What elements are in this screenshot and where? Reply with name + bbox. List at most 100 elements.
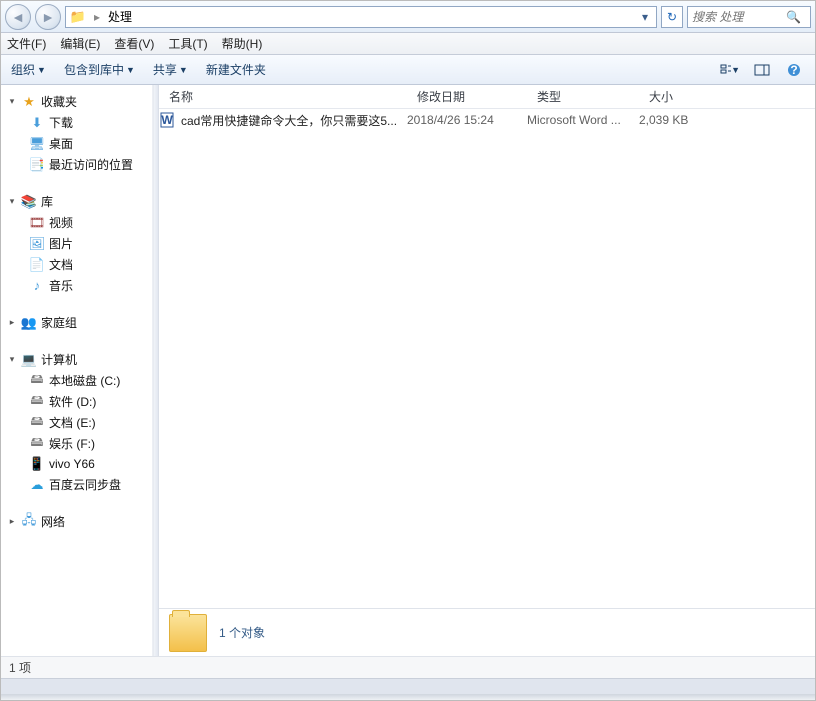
libraries-header[interactable]: ▾ 📚 库 bbox=[1, 191, 152, 212]
sidebar-item-label: 软件 (D:) bbox=[49, 393, 96, 410]
sidebar-item-music[interactable]: ♪音乐 bbox=[1, 275, 152, 296]
navigation-bar: ◄ ► 📁 ▸ 处理 ▾ ↻ 🔍 bbox=[1, 1, 815, 33]
share-menu[interactable]: 共享 ▼ bbox=[153, 61, 188, 78]
menu-bar: 文件(F) 编辑(E) 查看(V) 工具(T) 帮助(H) bbox=[1, 33, 815, 55]
library-icon: 📚 bbox=[21, 194, 37, 210]
window-frame-bottom bbox=[1, 678, 815, 694]
sidebar-item-desktop[interactable]: 🖥桌面 bbox=[1, 133, 152, 154]
music-icon: ♪ bbox=[29, 278, 45, 294]
collapse-icon[interactable]: ▾ bbox=[7, 96, 17, 107]
collapse-icon[interactable]: ▾ bbox=[7, 196, 17, 207]
sidebar-item-label: 桌面 bbox=[49, 135, 73, 152]
folder-icon: 📁 bbox=[70, 9, 86, 25]
path-separator-icon: ▸ bbox=[90, 10, 104, 24]
video-icon: 🎞 bbox=[29, 215, 45, 231]
recent-icon: 📑 bbox=[29, 157, 45, 173]
command-bar: 组织 ▼ 包含到库中 ▼ 共享 ▼ 新建文件夹 ▼ ? bbox=[1, 55, 815, 85]
navigation-pane[interactable]: ▾ ★ 收藏夹 ⬇下载 🖥桌面 📑最近访问的位置 ▾ 📚 库 🎞视频 🖼图片 📄… bbox=[1, 85, 153, 656]
chevron-down-icon: ▼ bbox=[126, 65, 135, 75]
sidebar-item-videos[interactable]: 🎞视频 bbox=[1, 212, 152, 233]
main-area: ▾ ★ 收藏夹 ⬇下载 🖥桌面 📑最近访问的位置 ▾ 📚 库 🎞视频 🖼图片 📄… bbox=[1, 85, 815, 656]
expand-icon[interactable]: ▸ bbox=[7, 317, 17, 328]
file-list-pane: 名称 修改日期 类型 大小 W cad常用快捷键命令大全，你只需要这5... 2… bbox=[159, 85, 815, 656]
window-shadow bbox=[1, 694, 815, 700]
forward-button[interactable]: ► bbox=[35, 4, 61, 30]
documents-icon: 📄 bbox=[29, 257, 45, 273]
share-label: 共享 bbox=[153, 61, 177, 78]
sidebar-item-downloads[interactable]: ⬇下载 bbox=[1, 112, 152, 133]
sidebar-item-label: 下载 bbox=[49, 114, 73, 131]
sidebar-item-drive-f[interactable]: 🖴娱乐 (F:) bbox=[1, 433, 152, 454]
network-header[interactable]: ▸ 🖧 网络 bbox=[1, 511, 152, 532]
menu-file[interactable]: 文件(F) bbox=[7, 35, 46, 52]
expand-icon[interactable]: ▸ bbox=[7, 516, 17, 527]
search-input[interactable] bbox=[692, 10, 782, 24]
file-name: cad常用快捷键命令大全，你只需要这5... bbox=[181, 112, 397, 129]
address-bar[interactable]: 📁 ▸ 处理 ▾ bbox=[65, 6, 657, 28]
file-rows[interactable]: W cad常用快捷键命令大全，你只需要这5... 2018/4/26 15:24… bbox=[159, 109, 815, 608]
svg-text:?: ? bbox=[790, 63, 797, 77]
sidebar-item-device[interactable]: 📱vivo Y66 bbox=[1, 454, 152, 474]
sidebar-item-recent[interactable]: 📑最近访问的位置 bbox=[1, 154, 152, 175]
include-label: 包含到库中 bbox=[64, 61, 124, 78]
drive-icon: 🖴 bbox=[29, 436, 45, 452]
desktop-icon: 🖥 bbox=[29, 136, 45, 152]
sidebar-item-drive-d[interactable]: 🖴软件 (D:) bbox=[1, 391, 152, 412]
drive-icon: 🖴 bbox=[29, 373, 45, 389]
sidebar-item-label: 音乐 bbox=[49, 277, 73, 294]
sidebar-item-label: 图片 bbox=[49, 235, 73, 252]
details-summary: 1 个对象 bbox=[219, 624, 265, 641]
column-size[interactable]: 大小 bbox=[639, 88, 739, 105]
new-folder-button[interactable]: 新建文件夹 bbox=[206, 61, 266, 78]
address-input[interactable] bbox=[136, 10, 634, 24]
menu-view[interactable]: 查看(V) bbox=[114, 35, 154, 52]
status-bar: 1 项 bbox=[1, 656, 815, 678]
column-type[interactable]: 类型 bbox=[527, 88, 639, 105]
menu-edit[interactable]: 编辑(E) bbox=[60, 35, 100, 52]
preview-pane-icon bbox=[754, 64, 770, 76]
search-box[interactable]: 🔍 bbox=[687, 6, 811, 28]
file-size: 2,039 KB bbox=[639, 113, 739, 127]
path-segment[interactable]: 处理 bbox=[108, 8, 132, 25]
organize-menu[interactable]: 组织 ▼ bbox=[11, 61, 46, 78]
libraries-label: 库 bbox=[41, 193, 53, 210]
chevron-down-icon: ▼ bbox=[731, 65, 740, 75]
collapse-icon[interactable]: ▾ bbox=[7, 354, 17, 365]
sidebar-item-drive-e[interactable]: 🖴文档 (E:) bbox=[1, 412, 152, 433]
column-date[interactable]: 修改日期 bbox=[407, 88, 527, 105]
favorites-header[interactable]: ▾ ★ 收藏夹 bbox=[1, 91, 152, 112]
homegroup-icon: 👥 bbox=[21, 315, 37, 331]
menu-tools[interactable]: 工具(T) bbox=[168, 35, 207, 52]
sidebar-item-label: 本地磁盘 (C:) bbox=[49, 372, 120, 389]
folder-icon bbox=[169, 614, 207, 652]
chevron-down-icon: ▼ bbox=[179, 65, 188, 75]
chevron-down-icon: ▼ bbox=[37, 65, 46, 75]
menu-help[interactable]: 帮助(H) bbox=[222, 35, 263, 52]
search-icon: 🔍 bbox=[786, 10, 801, 24]
computer-label: 计算机 bbox=[41, 351, 77, 368]
back-button[interactable]: ◄ bbox=[5, 4, 31, 30]
file-date: 2018/4/26 15:24 bbox=[407, 113, 527, 127]
homegroup-header[interactable]: ▸ 👥 家庭组 bbox=[1, 312, 152, 333]
refresh-button[interactable]: ↻ bbox=[661, 6, 683, 28]
view-options-button[interactable]: ▼ bbox=[719, 61, 741, 79]
computer-icon: 💻 bbox=[21, 352, 37, 368]
network-label: 网络 bbox=[41, 513, 65, 530]
help-button[interactable]: ? bbox=[783, 61, 805, 79]
computer-header[interactable]: ▾ 💻 计算机 bbox=[1, 349, 152, 370]
column-name[interactable]: 名称 bbox=[159, 88, 407, 105]
sidebar-item-drive-c[interactable]: 🖴本地磁盘 (C:) bbox=[1, 370, 152, 391]
pictures-icon: 🖼 bbox=[29, 236, 45, 252]
preview-pane-button[interactable] bbox=[751, 61, 773, 79]
sidebar-item-label: 百度云同步盘 bbox=[49, 476, 121, 493]
file-row[interactable]: W cad常用快捷键命令大全，你只需要这5... 2018/4/26 15:24… bbox=[159, 109, 815, 131]
include-menu[interactable]: 包含到库中 ▼ bbox=[64, 61, 135, 78]
status-text: 1 项 bbox=[9, 659, 31, 676]
sidebar-item-sync[interactable]: ☁百度云同步盘 bbox=[1, 474, 152, 495]
svg-text:W: W bbox=[161, 113, 173, 127]
sidebar-item-documents[interactable]: 📄文档 bbox=[1, 254, 152, 275]
favorites-label: 收藏夹 bbox=[41, 93, 77, 110]
address-dropdown-icon[interactable]: ▾ bbox=[638, 10, 652, 24]
sidebar-item-pictures[interactable]: 🖼图片 bbox=[1, 233, 152, 254]
drive-icon: 🖴 bbox=[29, 415, 45, 431]
